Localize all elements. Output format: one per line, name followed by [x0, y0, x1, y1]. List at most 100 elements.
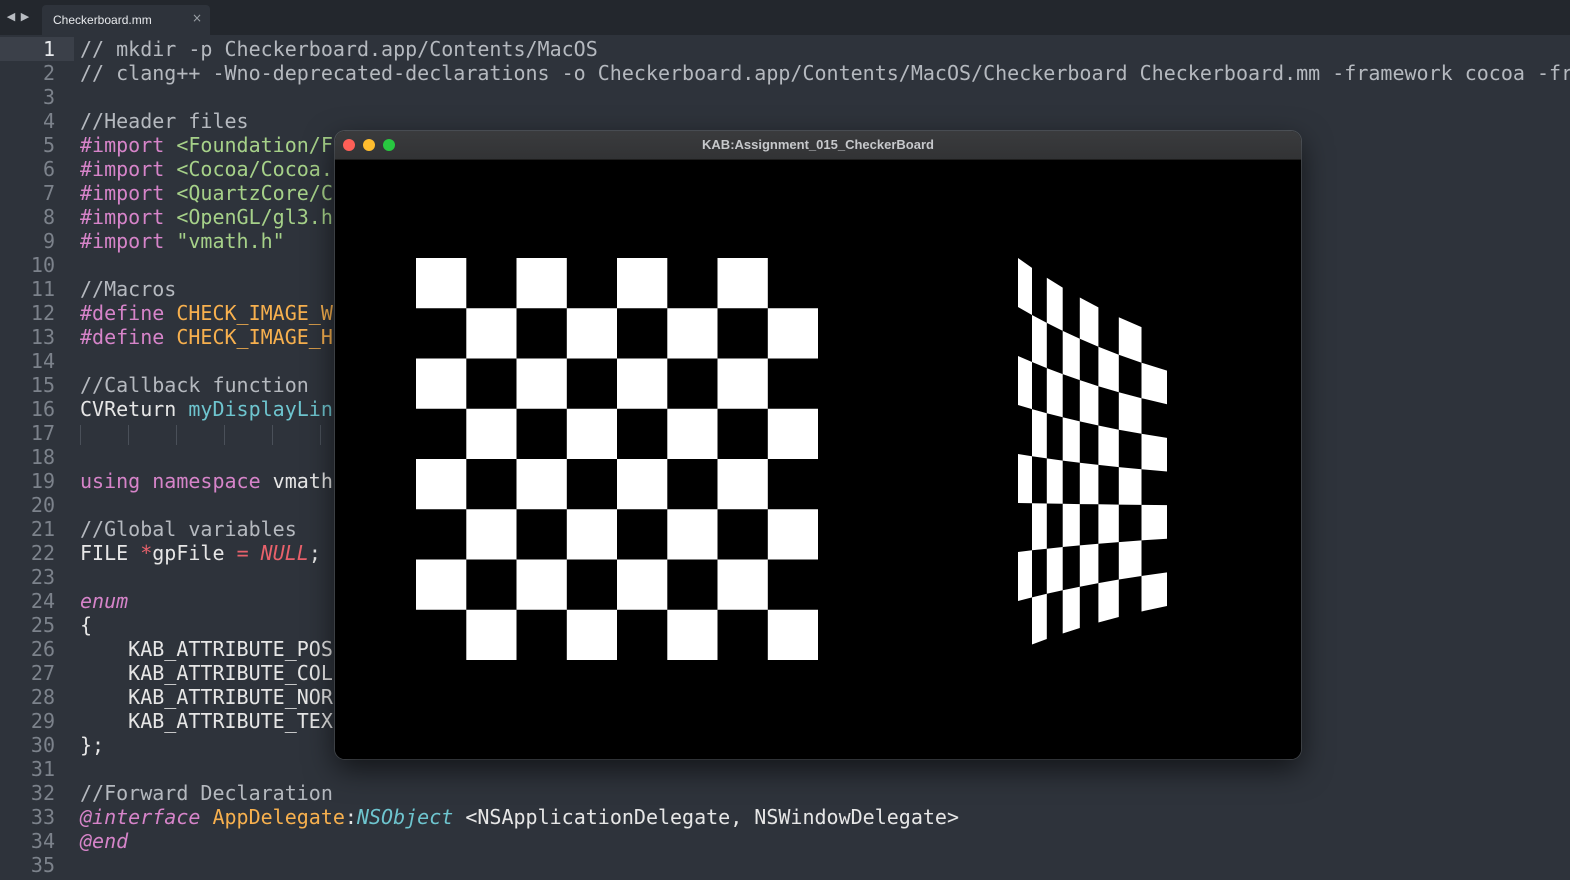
code-token: ; — [308, 541, 321, 565]
code-text: @interface AppDelegate:NSObject <NSAppli… — [80, 805, 959, 829]
code-line[interactable]: 4 //Header files — [0, 109, 1570, 133]
tilted-checkerboard — [1018, 258, 1167, 645]
code-token: "vmath.h" — [176, 229, 285, 253]
line-number: 19 — [30, 469, 55, 493]
checker-square — [566, 509, 617, 560]
checker-square — [1141, 572, 1167, 612]
code-line[interactable]: 3 — [0, 85, 1570, 109]
code-token: <QuartzCore/C — [176, 181, 333, 205]
line-number: 14 — [30, 349, 55, 373]
code-token: <Foundation/F — [176, 133, 333, 157]
code-line[interactable]: 32 //Forward Declaration — [0, 781, 1570, 805]
line-number: 7 — [42, 181, 55, 205]
code-line[interactable]: 33 @interface AppDelegate:NSObject <NSApp… — [0, 805, 1570, 829]
code-token: #import — [80, 133, 177, 157]
checker-square — [466, 308, 517, 359]
checker-square — [1018, 454, 1032, 504]
code-token: #import — [80, 229, 177, 253]
checker-square — [767, 509, 818, 560]
checker-square — [516, 258, 567, 309]
line-number: 6 — [42, 157, 55, 181]
code-token: gpFile — [152, 541, 237, 565]
code-token: = — [236, 541, 261, 565]
checker-square — [667, 609, 718, 660]
window-titlebar[interactable]: KAB:Assignment_015_CheckerBoard — [335, 131, 1301, 160]
nav-forward-icon[interactable]: ▶ — [20, 10, 30, 26]
line-number: 2 — [42, 61, 55, 85]
checker-square — [416, 258, 467, 309]
checker-square — [566, 408, 617, 459]
opengl-canvas[interactable] — [335, 160, 1301, 759]
checker-square — [1046, 368, 1063, 418]
line-number: 11 — [30, 277, 55, 301]
code-token: KAB_ATTRIBUTE_COL — [80, 661, 333, 685]
code-token: CVReturn — [80, 397, 189, 421]
window-minimize-button[interactable] — [363, 139, 375, 151]
checker-square — [1118, 540, 1142, 580]
line-number: 12 — [30, 301, 55, 325]
line-number: 28 — [30, 685, 55, 709]
nav-back-icon[interactable]: ◀ — [6, 10, 16, 26]
code-token: KAB_ATTRIBUTE_TEX — [80, 709, 333, 733]
code-line[interactable]: 31 — [0, 757, 1570, 781]
code-token: NSObject — [356, 805, 454, 829]
code-token: // mkdir -p Checkerboard.app/Contents/Ma… — [80, 37, 598, 61]
indent-guides — [80, 423, 340, 447]
code-token: #define — [80, 325, 177, 349]
code-token: <NSApplicationDelegate, NSWindowDelegate… — [453, 805, 960, 829]
code-line[interactable]: 2 // clang++ -Wno-deprecated-declarations… — [0, 61, 1570, 85]
line-number: 17 — [30, 421, 55, 445]
code-token: { — [80, 613, 93, 637]
checker-square — [1118, 467, 1142, 505]
line-number: 20 — [30, 493, 55, 517]
code-token: @end — [80, 829, 129, 853]
checker-square — [416, 559, 467, 610]
line-number: 31 — [30, 757, 55, 781]
line-number: 18 — [30, 445, 55, 469]
code-token: <OpenGL/gl3.h — [176, 205, 333, 229]
checker-square — [566, 308, 617, 359]
code-text: //Header files — [80, 109, 249, 133]
code-token: using namespace — [80, 469, 273, 493]
code-text: KAB_ATTRIBUTE_TEX — [80, 709, 333, 733]
window-title: KAB:Assignment_015_CheckerBoard — [702, 137, 934, 152]
checker-square — [516, 358, 567, 409]
checker-square — [617, 559, 668, 610]
window-maximize-button[interactable] — [383, 139, 395, 151]
code-token: FILE — [80, 541, 141, 565]
line-number: 4 — [42, 109, 55, 133]
code-token: #import — [80, 157, 177, 181]
code-token: #import — [80, 181, 177, 205]
code-text: #define CHECK_IMAGE_H — [80, 325, 333, 349]
line-number: 8 — [42, 205, 55, 229]
code-token: * — [140, 541, 153, 565]
code-token: //Forward Declaration — [80, 781, 333, 805]
checker-square — [1062, 586, 1080, 634]
app-window[interactable]: KAB:Assignment_015_CheckerBoard — [335, 131, 1301, 759]
code-token: AppDelegate — [212, 805, 345, 829]
line-number: 15 — [30, 373, 55, 397]
checker-square — [617, 258, 668, 309]
tab-checkerboard[interactable]: Checkerboard.mm × — [42, 5, 210, 35]
checker-square — [416, 358, 467, 409]
flat-checkerboard — [416, 258, 818, 660]
line-number: 35 — [30, 853, 55, 877]
line-number: 34 — [30, 829, 55, 853]
checker-square — [1046, 458, 1063, 504]
checker-square — [767, 308, 818, 359]
code-text: }; — [80, 733, 104, 757]
checker-square — [1018, 550, 1032, 601]
code-token: CHECK_IMAGE_W — [176, 301, 333, 325]
code-line[interactable]: 35 — [0, 853, 1570, 877]
tab-close-icon[interactable]: × — [192, 11, 202, 25]
checker-square — [1032, 409, 1047, 459]
line-number: 32 — [30, 781, 55, 805]
line-number: 26 — [30, 637, 55, 661]
code-text: //Macros — [80, 277, 176, 301]
code-line[interactable]: 1 // mkdir -p Checkerboard.app/Contents/M… — [0, 37, 1570, 61]
window-close-button[interactable] — [343, 139, 355, 151]
code-line[interactable]: 34 @end — [0, 829, 1570, 853]
line-number: 5 — [42, 133, 55, 157]
code-text: #import "vmath.h" — [80, 229, 285, 253]
code-token: //Macros — [80, 277, 177, 301]
